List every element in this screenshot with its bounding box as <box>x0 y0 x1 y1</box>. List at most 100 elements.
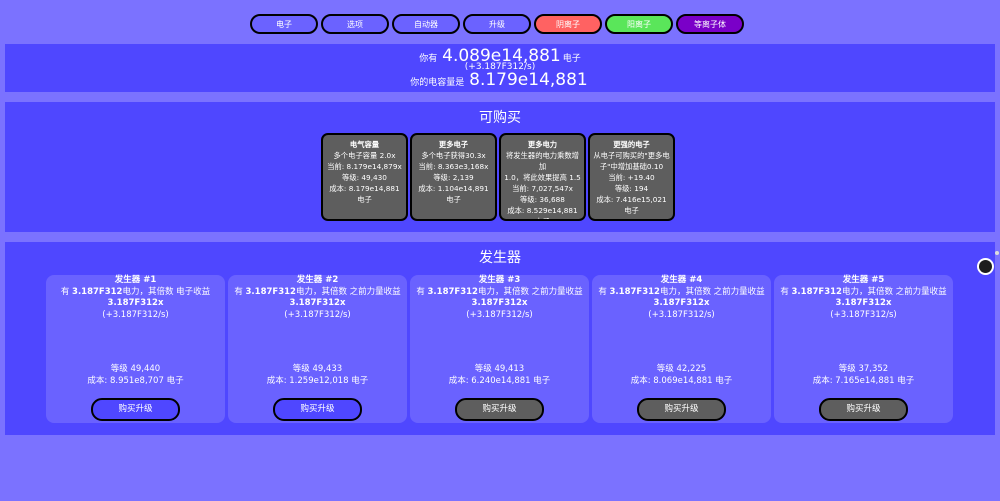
buyable-card[interactable]: 电气容量多个电子容量 2.0x 当前: 8.179e14,879x 等级: 49,4… <box>321 133 408 221</box>
buyable-line: 将发生器的电力乘数增加 <box>506 151 579 171</box>
buyable-line: 电子 <box>504 216 581 219</box>
buy-upgrade-button[interactable]: 购买升级 <box>819 398 908 421</box>
generator-stats: 等级 49,440 成本: 8.951e8,707 电子 <box>46 364 225 387</box>
buyable-line: 多个电子容量 2.0x <box>333 151 396 160</box>
generator-rate: (+3.187F312/s) <box>102 309 169 320</box>
buy-upgrade-button[interactable]: 购买升级 <box>273 398 362 421</box>
resource-panel: 你有 4.089e14,881 电子 (+3.187F312/s) 你的电容量是 … <box>5 44 995 92</box>
generator-desc-suffix: 电力，其倍数 之前力量收益 <box>477 286 583 297</box>
buyable-line: 电子 <box>446 195 461 204</box>
buy-upgrade-button[interactable]: 购买升级 <box>455 398 544 421</box>
generator-power: 3.187F312 <box>609 286 660 297</box>
generator-stats: 等级 37,352 成本: 7.165e14,881 电子 <box>774 364 953 387</box>
generator-description: 有 3.187F312电力，其倍数 之前力量收益 <box>231 287 404 299</box>
have-label: 你有 <box>419 54 438 64</box>
tab-cations[interactable]: 阳离子 <box>605 14 673 34</box>
generator-desc-suffix: 电力，其倍数 之前力量收益 <box>841 286 947 297</box>
generator-title: 发生器 #4 <box>660 275 703 285</box>
generator-desc-suffix: 电力，其倍数 之前力量收益 <box>659 286 765 297</box>
generator-power: 3.187F312 <box>427 286 478 297</box>
buyable-card[interactable]: 更多电力 将发生器的电力乘数增加 1.0，将此效果提高 1.5 当前: 7,027,5… <box>499 133 586 221</box>
buyable-line: 等级: 2,139 <box>433 173 474 182</box>
buy-upgrade-button[interactable]: 购买升级 <box>637 398 726 421</box>
buy-upgrade-button[interactable]: 购买升级 <box>91 398 180 421</box>
capacity-amount: 8.179e14,881 <box>469 70 588 90</box>
generator-card: 发生器 #5 有 3.187F312电力，其倍数 之前力量收益 3.187F31… <box>774 275 953 423</box>
cat-face <box>979 260 992 273</box>
buyable-title: 电气容量 <box>349 140 380 149</box>
generator-cost: 成本: 8.951e8,707 电子 <box>87 375 184 386</box>
buyable-line: 成本: 8.179e14,881 <box>329 184 400 193</box>
generator-description: 有 3.187F312电力，其倍数 电子收益 <box>49 287 222 299</box>
generators-list: 发生器 #1 有 3.187F312电力，其倍数 电子收益 3.187F312x… <box>46 275 953 423</box>
generator-stats: 等级 42,225 成本: 8.069e14,881 电子 <box>592 364 771 387</box>
generator-rate: (+3.187F312/s) <box>648 309 715 320</box>
buyable-line: 等级: 36,688 <box>520 195 565 204</box>
buyable-line: 等级: 194 <box>614 184 649 193</box>
generator-desc-suffix: 电力，其倍数 之前力量收益 <box>295 286 401 297</box>
buyable-title: 更强的电子 <box>613 140 650 149</box>
tab-electrons[interactable]: 电子 <box>250 14 318 34</box>
generator-multiplier: 3.187F312x <box>289 298 346 308</box>
generator-level: 等级 49,433 <box>292 364 343 374</box>
tab-upgrades[interactable]: 升级 <box>463 14 531 34</box>
tab-anions[interactable]: 阴离子 <box>534 14 602 34</box>
buyable-card[interactable]: 更多电子 多个电子获得30.3x 当前: 8.363e3,168x 等级: 2,139… <box>410 133 497 221</box>
generator-multiplier: 3.187F312x <box>107 298 164 308</box>
tab-bar: 电子 选项 自动器 升级 阴离子 阳离子 等离子体 <box>250 14 744 34</box>
generator-card: 发生器 #3 有 3.187F312电力，其倍数 之前力量收益 3.187F31… <box>410 275 589 423</box>
generator-power: 3.187F312 <box>72 286 123 297</box>
generator-title: 发生器 #3 <box>478 275 521 285</box>
generator-card: 发生器 #4 有 3.187F312电力，其倍数 之前力量收益 3.187F31… <box>592 275 771 423</box>
generator-card: 发生器 #2 有 3.187F312电力，其倍数 之前力量收益 3.187F31… <box>228 275 407 423</box>
electron-unit: 电子 <box>562 54 581 64</box>
buyable-line: 子"中增加基础0.10 <box>599 162 664 171</box>
generator-rate: (+3.187F312/s) <box>284 309 351 320</box>
tab-plasma[interactable]: 等离子体 <box>676 14 744 34</box>
generator-description: 有 3.187F312电力，其倍数 之前力量收益 <box>777 287 950 299</box>
generator-desc-prefix: 有 <box>416 286 428 297</box>
buyables-panel: 可购买 电气容量多个电子容量 2.0x 当前: 8.179e14,879x 等级: … <box>5 102 995 232</box>
tab-automators[interactable]: 自动器 <box>392 14 460 34</box>
buyable-line: 当前: 7,027,547x <box>512 184 573 193</box>
generators-panel: 发生器 发生器 #1 有 3.187F312电力，其倍数 电子收益 3.187F… <box>5 242 995 435</box>
generator-desc-suffix: 电力，其倍数 电子收益 <box>122 286 211 297</box>
generator-cost: 成本: 7.165e14,881 电子 <box>812 375 915 386</box>
buyable-line: 电子 <box>357 195 372 204</box>
generator-title: 发生器 #2 <box>296 275 339 285</box>
generator-multiplier: 3.187F312x <box>471 298 528 308</box>
buyable-line: 当前: +19.40 <box>608 173 655 182</box>
buyable-line: 多个电子获得30.3x <box>421 151 486 160</box>
generator-desc-prefix: 有 <box>598 286 610 297</box>
generator-cost: 成本: 8.069e14,881 电子 <box>630 375 733 386</box>
buyable-line: 当前: 8.179e14,879x <box>327 162 402 171</box>
buyables-title: 可购买 <box>479 110 521 126</box>
generator-multiplier: 3.187F312x <box>835 298 892 308</box>
generator-level: 等级 49,440 <box>110 364 161 374</box>
buyable-line: 成本: 1.104e14,891 <box>418 184 489 193</box>
generator-title: 发生器 #1 <box>114 275 157 285</box>
buyable-line: 成本: 7.416e15,021 <box>596 195 667 204</box>
buyables-list: 电气容量多个电子容量 2.0x 当前: 8.179e14,879x 等级: 49,4… <box>321 133 675 221</box>
generator-stats: 等级 49,413 成本: 6.240e14,881 电子 <box>410 364 589 387</box>
tab-options[interactable]: 选项 <box>321 14 389 34</box>
generator-desc-prefix: 有 <box>780 286 792 297</box>
generator-rate: (+3.187F312/s) <box>466 309 533 320</box>
buyable-line: 等级: 49,430 <box>342 173 387 182</box>
generator-description: 有 3.187F312电力，其倍数 之前力量收益 <box>413 287 586 299</box>
generator-power: 3.187F312 <box>791 286 842 297</box>
buyable-card[interactable]: 更强的电子 从电子可购买的"更多电 子"中增加基础0.10 当前: +19.40 等级:… <box>588 133 675 221</box>
generator-title: 发生器 #5 <box>842 275 885 285</box>
buyable-line: 成本: 8.529e14,881 <box>507 206 578 215</box>
cat-avatar-icon[interactable] <box>977 258 994 275</box>
buyable-title: 更多电子 <box>438 140 469 149</box>
generator-level: 等级 49,413 <box>474 364 525 374</box>
generator-description: 有 3.187F312电力，其倍数 之前力量收益 <box>595 287 768 299</box>
generator-cost: 成本: 1.259e12,018 电子 <box>266 375 369 386</box>
generator-cost: 成本: 6.240e14,881 电子 <box>448 375 551 386</box>
generator-level: 等级 37,352 <box>838 364 889 374</box>
generator-power: 3.187F312 <box>245 286 296 297</box>
scroll-indicator <box>995 251 999 255</box>
generator-desc-prefix: 有 <box>234 286 246 297</box>
generator-multiplier: 3.187F312x <box>653 298 710 308</box>
